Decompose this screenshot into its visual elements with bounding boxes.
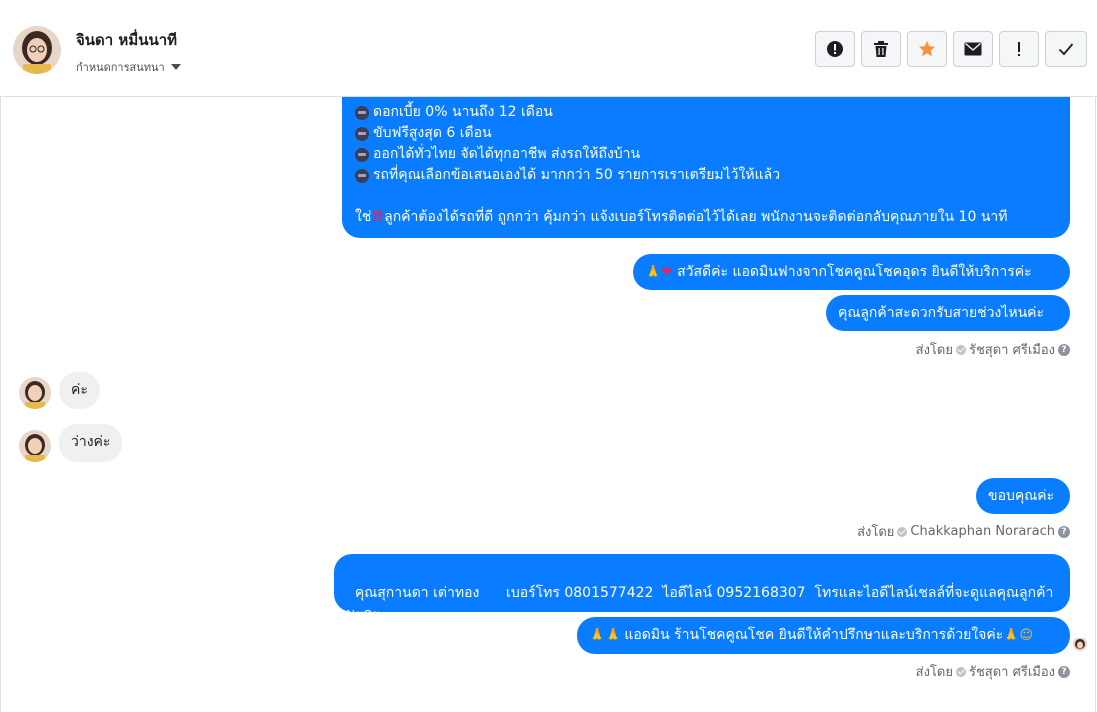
assign-label: กำหนดการสนทนา [76,61,165,74]
check-circle-icon [955,666,966,677]
face-emoji-icon [355,147,369,162]
assign-conversation-dropdown[interactable]: กำหนดการสนทนา [76,58,181,76]
heart-emoji-icon: ❤ [661,264,673,280]
double-exclamation-icon: ‼ [373,209,383,225]
alert-icon [827,41,843,57]
conversation-header: จินดา หมื่นนาที กำหนดการสนทนา [0,0,1097,97]
contact-name: จินดา หมื่นนาที [76,31,178,49]
promo-cta: ใช่ ‼ ลูกค้าต้องได้รถที่ดี ถูกกว่า คุ้มก… [355,207,1058,228]
message-bubble-ask-time: คุณลูกค้าสะดวกรับสายช่วงไหนค่ะ [826,295,1070,331]
help-icon[interactable]: ? [1058,343,1070,356]
sent-by-label: ส่งโดย รัชสุดา ศรีเมือง ? [916,661,1070,682]
sent-by-label: ส่งโดย รัชสุดา ศรีเมือง ? [916,339,1070,360]
pray-emoji-icon: 🙏 [605,628,622,643]
promo-line: ออกได้ทั่วไทย จัดได้ทุกอาชีพ ส่งรถให้ถึง… [355,144,1058,165]
read-receipt-avatar [1073,637,1087,651]
message-bubble-greeting: 🙏 ❤ สวัสดีค่ะ แอดมินฟางจากโชคคูณโชคอุดร … [633,254,1070,290]
sent-by-label: ส่งโดย Chakkaphan Norarach ? [857,521,1070,542]
message-bubble-thanks: ขอบคุณค่ะ [976,478,1070,514]
promo-line: ดอกเบี้ย 0% นานถึง 12 เดือน [355,102,1058,123]
message-bubble-info: คุณสุกานดา เต่าทอง เบอร์โทร 0801577422 ไ… [334,554,1070,622]
message-bubble-closing: 🙏 🙏 แอดมิน ร้านโชคคูณโชค ยินดีให้คำปรึกษ… [577,617,1070,654]
header-toolbar [815,31,1087,67]
follow-up-button[interactable] [999,31,1039,67]
message-bubble-reply: ว่างค่ะ [59,424,123,462]
check-circle-icon [897,526,908,537]
help-icon[interactable]: ? [1058,665,1070,678]
face-emoji-icon [355,168,369,183]
exclamation-icon [1018,42,1020,56]
mark-spam-button[interactable] [815,31,855,67]
delete-button[interactable] [861,31,901,67]
contact-avatar-small [19,377,51,409]
promo-line: ขับฟรีสูงสุด 6 เดือน [355,123,1058,144]
check-icon [1058,43,1074,56]
check-circle-icon [955,344,966,355]
contact-avatar-small [19,430,51,462]
mark-unread-button[interactable] [953,31,993,67]
mail-icon [964,42,982,56]
message-bubble-reply: ค่ะ [59,372,100,409]
pray-emoji-icon: 🙏 [645,264,662,280]
star-button[interactable] [907,31,947,67]
trash-icon [874,41,888,57]
face-emoji-icon [355,126,369,141]
caret-down-icon [170,64,181,70]
smiling-face-emoji-icon: ☺ [1019,628,1034,643]
contact-avatar[interactable] [13,26,61,74]
pray-emoji-icon: 🙏 [589,628,606,643]
face-emoji-icon [355,105,369,120]
star-icon [919,41,935,57]
help-icon[interactable]: ? [1058,525,1070,538]
promo-line: รถที่คุณเลือกข้อเสนอเองได้ มากกว่า 50 รา… [355,165,1058,186]
mark-done-button[interactable] [1045,31,1087,67]
pray-emoji-icon: 🙏 [1003,628,1020,643]
